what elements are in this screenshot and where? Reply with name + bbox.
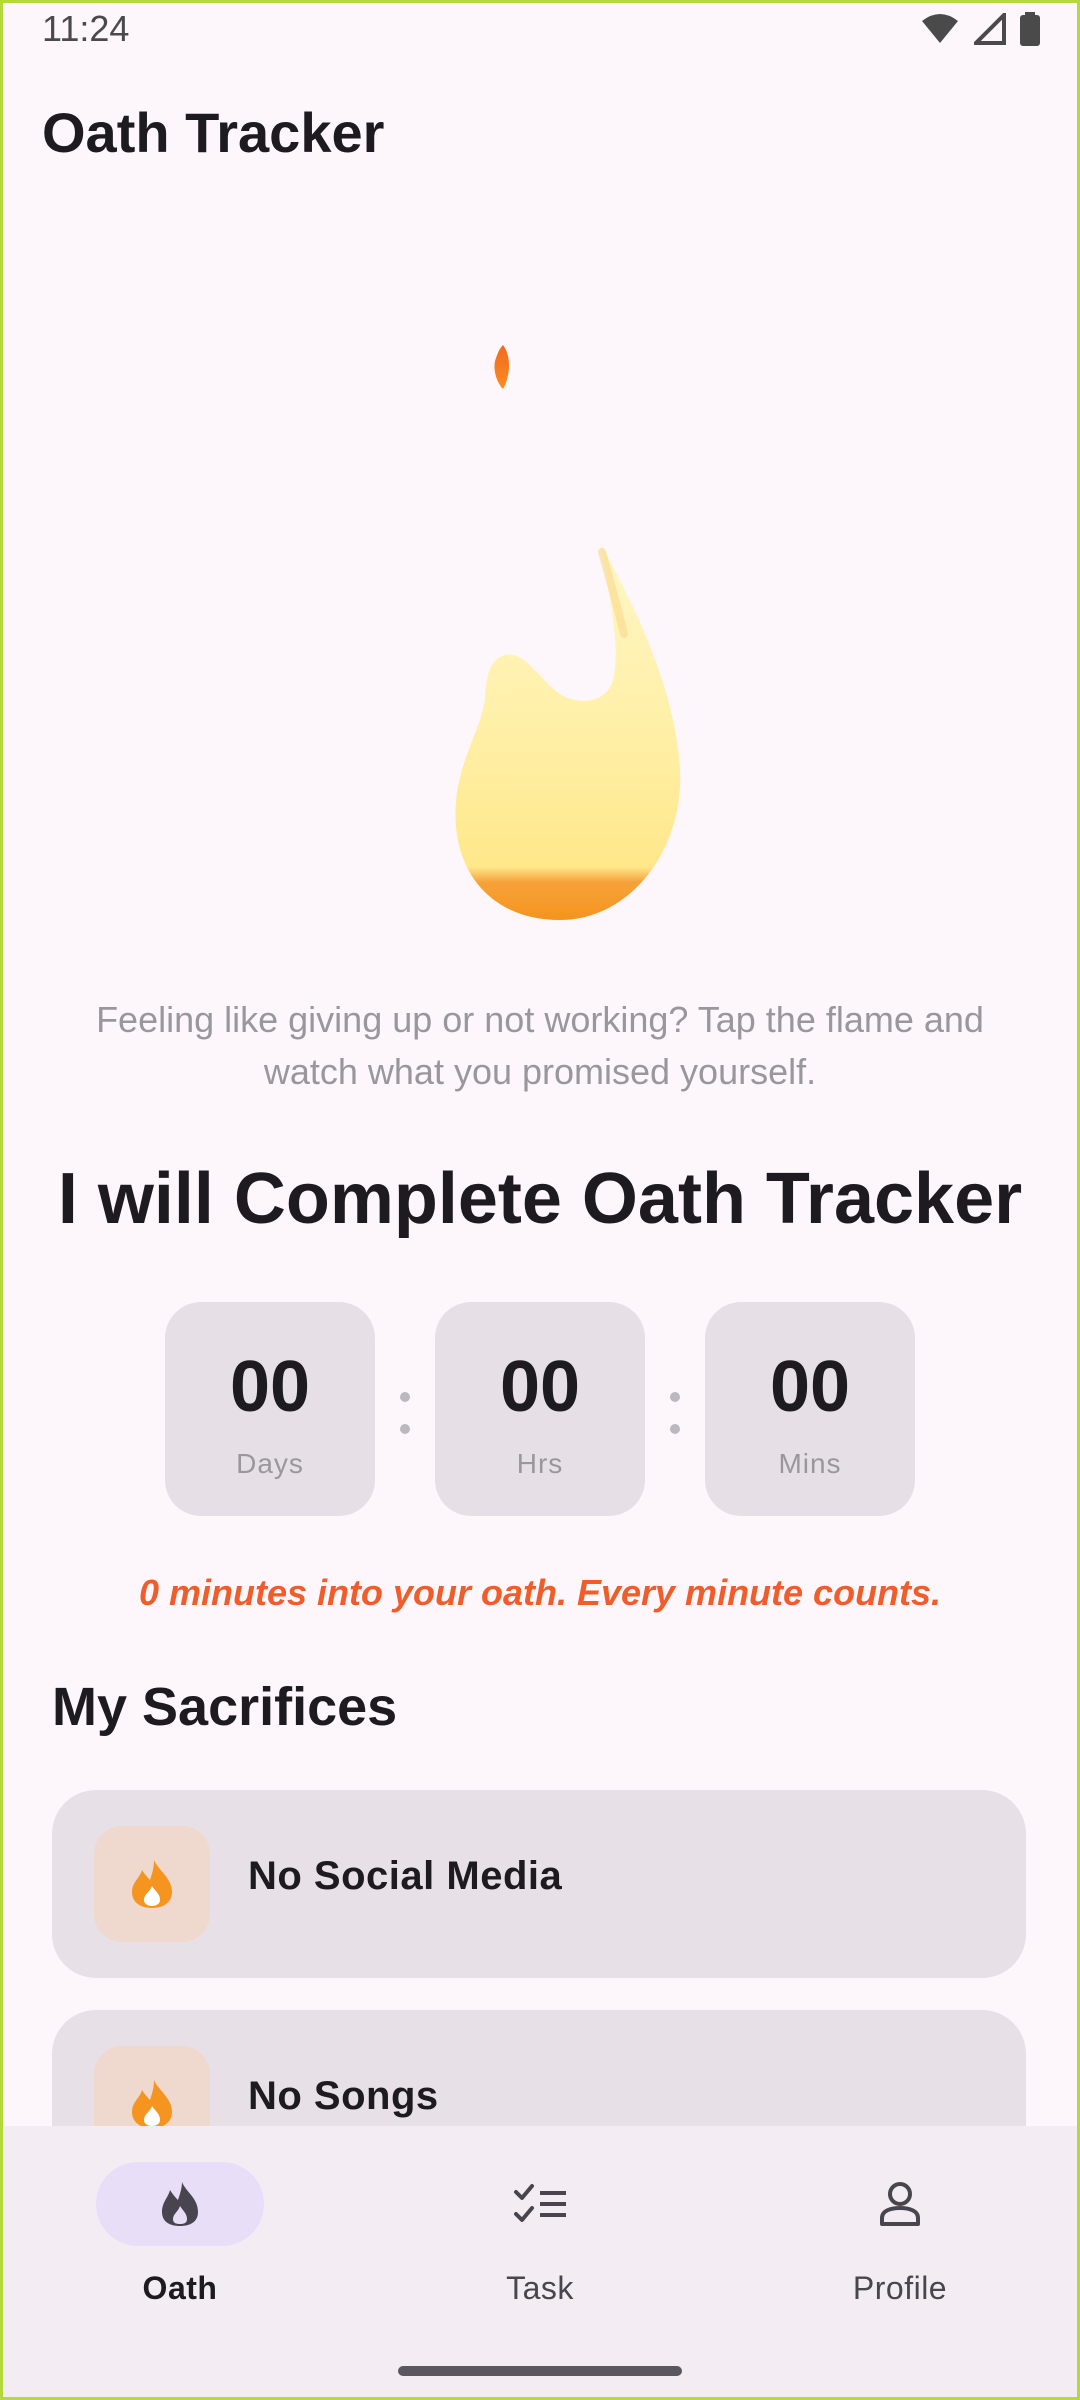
status-time: 11:24 bbox=[42, 8, 130, 49]
nav-label-task: Task bbox=[506, 2270, 574, 2306]
bottom-navigation: Oath Task Profile bbox=[0, 2126, 1080, 2400]
flame-button[interactable] bbox=[440, 530, 690, 930]
checklist-icon bbox=[514, 2184, 566, 2222]
sacrifice-card[interactable]: No Social Media bbox=[52, 1790, 1026, 1978]
flame-icon bbox=[132, 2080, 172, 2128]
nav-item-profile[interactable]: Profile bbox=[770, 2162, 1030, 2312]
status-icons bbox=[920, 12, 1040, 46]
battery-icon bbox=[1020, 12, 1040, 46]
days-value: 00 bbox=[229, 1347, 311, 1427]
person-icon bbox=[880, 2182, 920, 2226]
nav-item-oath[interactable]: Oath bbox=[50, 2162, 310, 2312]
sacrifice-icon-box bbox=[94, 1826, 210, 1942]
days-label: Days bbox=[236, 1448, 304, 1479]
sacrifice-label: No Social Media bbox=[248, 1854, 563, 1898]
countdown-minutes: 00 Mins bbox=[705, 1302, 915, 1516]
countdown-hours: 00 Hrs bbox=[435, 1302, 645, 1516]
countdown-days: 00 Days bbox=[165, 1302, 375, 1516]
hours-value: 00 bbox=[499, 1347, 581, 1427]
hours-label: Hrs bbox=[516, 1448, 564, 1479]
spark-icon bbox=[494, 345, 509, 389]
hint-text: Feeling like giving up or not working? T… bbox=[96, 999, 984, 1092]
minutes-label: Mins bbox=[778, 1448, 842, 1479]
nav-label-oath: Oath bbox=[142, 2270, 218, 2306]
status-bar: 11:24 bbox=[0, 0, 1080, 64]
flame-icon bbox=[132, 1860, 172, 1908]
cellular-signal-icon bbox=[974, 13, 1006, 45]
countdown-separator bbox=[398, 1392, 412, 1456]
app-title: Oath Tracker bbox=[42, 101, 385, 164]
flame-icon bbox=[162, 2182, 198, 2226]
nav-active-indicator bbox=[96, 2162, 264, 2246]
sacrifices-title: My Sacrifices bbox=[52, 1677, 398, 1737]
countdown-separator bbox=[668, 1392, 682, 1456]
minutes-value: 00 bbox=[769, 1347, 851, 1427]
nav-label-profile: Profile bbox=[852, 2270, 948, 2306]
nav-item-task[interactable]: Task bbox=[410, 2162, 670, 2312]
home-indicator[interactable] bbox=[398, 2366, 682, 2376]
sacrifice-label: No Songs bbox=[248, 2074, 439, 2118]
wifi-icon bbox=[922, 14, 958, 43]
oath-title: I will Complete Oath Tracker bbox=[57, 1159, 1023, 1239]
nav-pill bbox=[456, 2162, 624, 2246]
oath-progress-message: 0 minutes into your oath. Every minute c… bbox=[138, 1572, 942, 1613]
nav-pill bbox=[816, 2162, 984, 2246]
